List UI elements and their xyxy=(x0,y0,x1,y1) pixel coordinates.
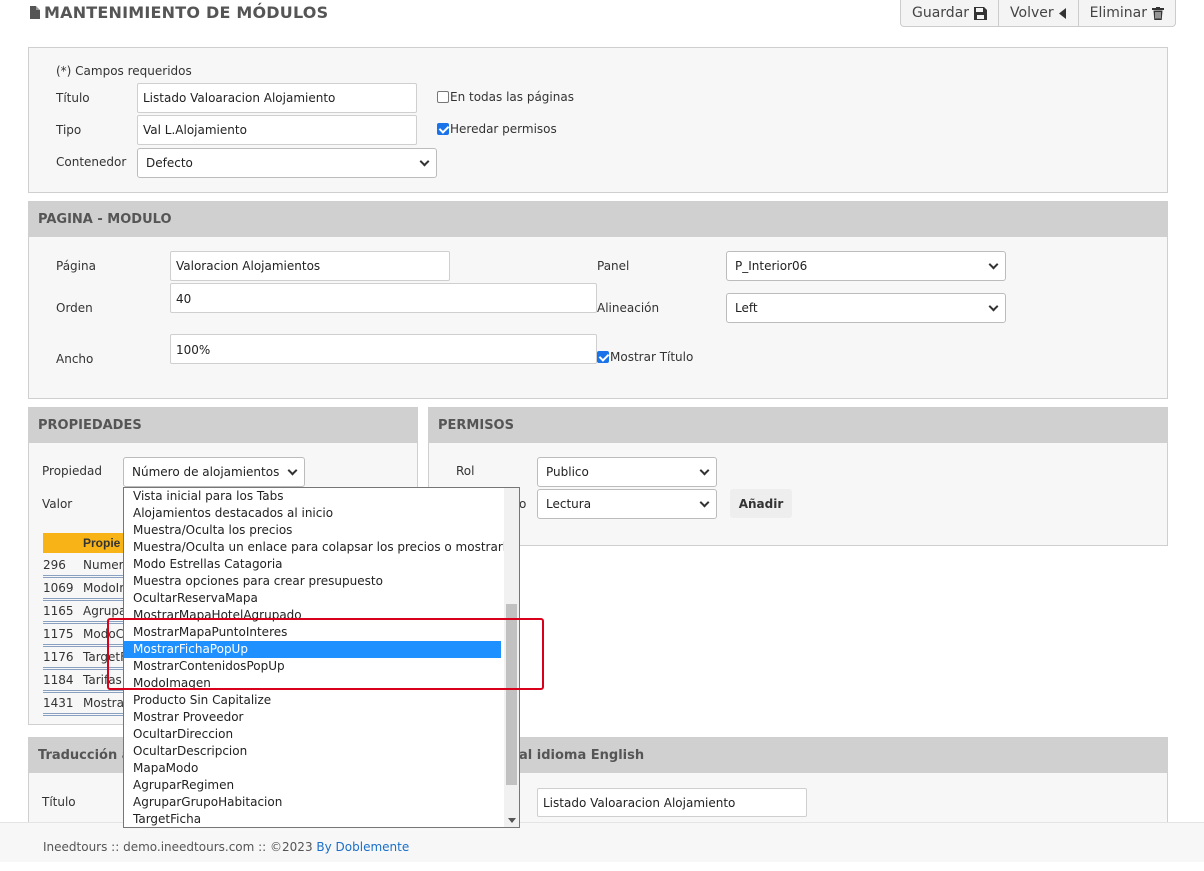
chevron-down-icon xyxy=(988,301,999,311)
chevron-down-icon xyxy=(419,156,430,166)
chevron-down-icon xyxy=(988,259,999,269)
add-permission-button[interactable]: Añadir xyxy=(730,489,792,518)
contenedor-label: Contenedor xyxy=(56,155,127,169)
pagina-label: Página xyxy=(56,259,96,273)
chevron-down-icon xyxy=(287,465,298,475)
dropdown-option[interactable]: Vista inicial para los Tabs xyxy=(124,488,519,505)
dropdown-option[interactable]: AgruparRegimen xyxy=(124,777,519,794)
inherit-permissions-checkbox[interactable] xyxy=(437,123,449,135)
required-note: (*) Campos requeridos xyxy=(56,64,192,78)
tipo-label: Tipo xyxy=(56,123,82,137)
trash-icon xyxy=(1152,6,1165,20)
ancho-label: Ancho xyxy=(56,352,94,366)
alineacion-label: Alineación xyxy=(597,301,660,315)
dropdown-option[interactable]: Muestra/Oculta los precios xyxy=(124,522,519,539)
mostrar-titulo-checkbox[interactable] xyxy=(597,351,609,363)
all-pages-checkbox[interactable] xyxy=(437,91,449,103)
dropdown-option[interactable]: TargetFicha xyxy=(124,811,519,827)
panel-label: Panel xyxy=(597,259,630,273)
scroll-down-arrow-icon[interactable] xyxy=(508,818,516,823)
page-title-text: MANTENIMIENTO DE MÓDULOS xyxy=(44,3,329,22)
permisos-heading: PERMISOS xyxy=(429,408,1167,443)
inherit-permissions-checkbox-row[interactable]: Heredar permisos xyxy=(437,122,557,136)
floppy-icon xyxy=(974,6,988,20)
dropdown-option[interactable]: OcultarDireccion xyxy=(124,726,519,743)
dropdown-option[interactable]: Alojamientos destacados al inicio xyxy=(124,505,519,522)
pagina-input[interactable]: Valoracion Alojamientos xyxy=(170,251,450,281)
orden-input[interactable]: 40 xyxy=(170,283,597,313)
dropdown-option[interactable]: Mostrar Proveedor xyxy=(124,709,519,726)
all-pages-checkbox-row[interactable]: En todas las páginas xyxy=(437,90,574,104)
propiedad-select[interactable]: Número de alojamientos x xyxy=(123,457,305,487)
titulo-label: Título xyxy=(56,91,90,105)
permiso-tipo-select[interactable]: Lectura xyxy=(537,489,717,519)
page-title: MANTENIMIENTO DE MÓDULOS xyxy=(30,3,328,22)
orden-label: Orden xyxy=(56,301,93,315)
document-icon xyxy=(30,6,40,19)
dropdown-option[interactable]: Muestra opciones para crear presupuesto xyxy=(124,573,519,590)
chevron-down-icon xyxy=(699,465,710,475)
valor-label: Valor xyxy=(42,497,73,511)
propiedades-heading: PROPIEDADES xyxy=(29,408,417,443)
footer: Ineedtours :: demo.ineedtours.com :: ©20… xyxy=(0,822,1204,862)
titulo-input[interactable]: Listado Valoaracion Alojamiento xyxy=(137,83,417,113)
dropdown-option[interactable]: MapaModo xyxy=(124,760,519,777)
mostrar-titulo-checkbox-row[interactable]: Mostrar Título xyxy=(597,350,693,364)
caret-left-icon xyxy=(1058,7,1066,19)
traduccion-titulo-input[interactable]: Listado Valoaracion Alojamiento xyxy=(537,788,807,817)
traduccion-titulo-label: Título xyxy=(42,795,76,809)
doblemente-link[interactable]: By Doblemente xyxy=(316,840,409,854)
back-button[interactable]: Volver xyxy=(999,0,1079,26)
highlight-box xyxy=(107,618,544,690)
dropdown-option[interactable]: Producto Sin Capitalize xyxy=(124,692,519,709)
panel-select[interactable]: P_Interior06 xyxy=(726,251,1006,281)
dropdown-option[interactable]: Muestra/Oculta un enlace para colapsar l… xyxy=(124,539,519,556)
rol-select[interactable]: Publico xyxy=(537,457,717,487)
tipo-input[interactable]: Val L.Alojamiento xyxy=(137,115,417,145)
delete-button[interactable]: Eliminar xyxy=(1079,0,1175,26)
ancho-input[interactable]: 100% xyxy=(170,334,597,364)
alineacion-select[interactable]: Left xyxy=(726,293,1006,323)
save-button[interactable]: Guardar xyxy=(901,0,1000,26)
dropdown-option[interactable]: OcultarReservaMapa xyxy=(124,590,519,607)
pagina-modulo-heading: PAGINA - MODULO xyxy=(29,202,1167,237)
permiso-tipo-label: o xyxy=(519,497,527,511)
dropdown-option[interactable]: Modo Estrellas Catagoria xyxy=(124,556,519,573)
action-buttons: Guardar Volver Eliminar xyxy=(900,0,1177,27)
propiedad-label: Propiedad xyxy=(42,464,102,478)
contenedor-select[interactable]: Defecto xyxy=(137,148,437,178)
dropdown-option[interactable]: OcultarDescripcion xyxy=(124,743,519,760)
dropdown-option[interactable]: AgruparGrupoHabitacion xyxy=(124,794,519,811)
chevron-down-icon xyxy=(699,497,710,507)
rol-label: Rol xyxy=(456,464,475,478)
